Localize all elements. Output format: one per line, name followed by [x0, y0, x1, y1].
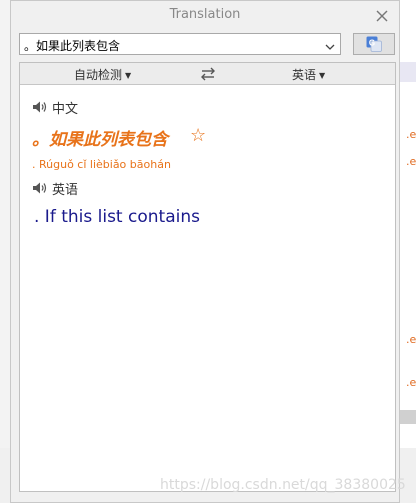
translation-result: . If this list contains — [34, 207, 200, 227]
query-row: 。如果此列表包含 G — [19, 33, 395, 55]
translation-window: Translation 。如果此列表包含 G 自动检测 ▼ 英语 ▼ 中文 。如… — [10, 0, 400, 503]
background-highlight-band — [400, 62, 416, 82]
source-language-name: 中文 — [52, 102, 79, 117]
speaker-icon[interactable] — [32, 100, 48, 114]
target-language-name: 英语 — [52, 183, 79, 198]
dropdown-triangle-icon: ▼ — [319, 71, 326, 80]
source-text: 。如果此列表包含 — [32, 130, 168, 150]
title-bar[interactable]: Translation — [11, 1, 399, 29]
window-title: Translation — [169, 7, 241, 22]
target-language-selector[interactable]: 英语 ▼ — [292, 66, 325, 83]
speaker-icon[interactable] — [32, 181, 48, 195]
background-right-strip: .e .e .e .e — [400, 0, 416, 503]
translate-button[interactable]: G — [353, 33, 395, 55]
query-input[interactable]: 。如果此列表包含 — [24, 37, 120, 54]
target-language-label: 英语 — [292, 68, 317, 82]
watermark: https://blog.csdn.net/qq_38380025 — [160, 477, 406, 493]
close-icon[interactable] — [375, 8, 389, 22]
background-text-fragment: .e — [406, 155, 416, 168]
background-scroll-area — [400, 410, 416, 424]
source-language-selector[interactable]: 自动检测 ▼ — [74, 66, 131, 83]
swap-arrows-icon[interactable] — [200, 66, 216, 81]
language-bar: 自动检测 ▼ 英语 ▼ — [20, 63, 395, 85]
chevron-down-icon[interactable] — [324, 38, 336, 50]
background-text-fragment: .e — [406, 333, 416, 346]
google-translate-icon: G — [366, 36, 382, 52]
svg-text:G: G — [369, 39, 375, 48]
background-left-strip — [0, 0, 10, 503]
dropdown-triangle-icon: ▼ — [125, 71, 132, 80]
pinyin-text: . Rúguǒ cǐ lièbiǎo bāohán — [32, 158, 171, 171]
query-combobox[interactable]: 。如果此列表包含 — [19, 33, 341, 55]
background-text-fragment: .e — [406, 376, 416, 389]
source-language-label: 自动检测 — [74, 68, 123, 82]
background-text-fragment: .e — [406, 128, 416, 141]
translation-panel: 自动检测 ▼ 英语 ▼ 中文 。如果此列表包含 ☆ . Rúguǒ cǐ liè… — [19, 62, 396, 492]
star-outline-icon[interactable]: ☆ — [190, 125, 206, 146]
